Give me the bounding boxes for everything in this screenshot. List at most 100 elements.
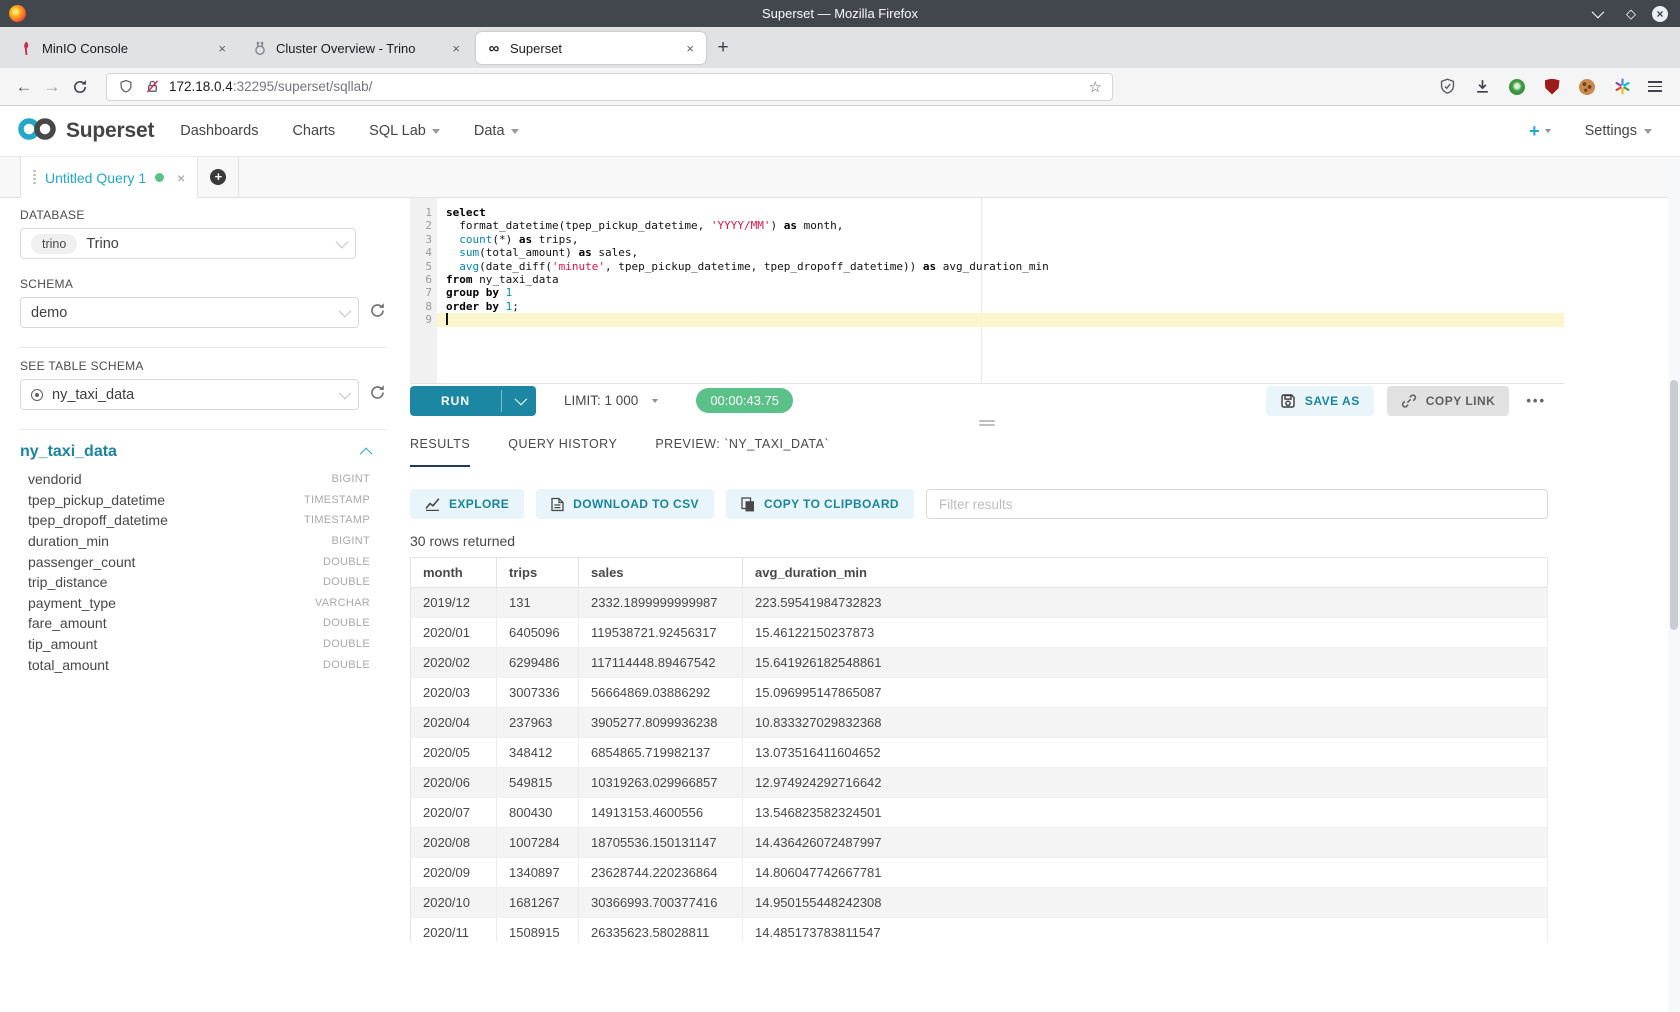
line-number: 3	[410, 233, 437, 246]
line-number: 5	[410, 260, 437, 273]
run-button[interactable]: RUN	[410, 386, 536, 416]
window-close-icon[interactable]: ×	[1652, 6, 1668, 22]
column-list-item: passenger_countDOUBLE	[20, 551, 386, 572]
scrollbar-thumb[interactable]	[1670, 380, 1678, 630]
save-as-button[interactable]: SAVE AS	[1266, 386, 1374, 416]
column-name: passenger_count	[28, 554, 135, 570]
tab-results[interactable]: RESULTS	[410, 437, 470, 467]
window-maximize-icon[interactable]: ◇	[1626, 7, 1636, 20]
add-query-tab-button[interactable]: +	[198, 157, 239, 197]
new-tab-button[interactable]: +	[708, 27, 738, 68]
sql-editor[interactable]: 123456789 select format_datetime(tpep_pi…	[410, 198, 1564, 383]
column-type: DOUBLE	[323, 638, 370, 650]
table-cell: 10.833327029832368	[743, 708, 1548, 738]
protection-shield-icon[interactable]	[1438, 78, 1456, 96]
explore-button[interactable]: EXPLORE	[410, 489, 524, 519]
table-cell: 14.436426072487997	[743, 828, 1548, 858]
table-icon	[31, 389, 43, 401]
browser-tab-superset[interactable]: ∞ Superset ×	[476, 32, 706, 64]
browser-tab-minio[interactable]: MinIO Console ×	[8, 32, 238, 64]
table-row: 2020/053484126854865.71998213713.0735164…	[411, 738, 1548, 768]
table-header-cell[interactable]: month	[411, 558, 497, 588]
refresh-tables-icon[interactable]	[369, 384, 386, 406]
menu-dashboards[interactable]: Dashboards	[180, 123, 258, 139]
menu-charts[interactable]: Charts	[292, 123, 335, 139]
extension-green-icon[interactable]	[1508, 78, 1526, 96]
table-select[interactable]: ny_taxi_data	[20, 379, 359, 410]
collapse-chevron-icon[interactable]	[360, 447, 373, 460]
more-options-icon[interactable]: •••	[1522, 393, 1550, 408]
drag-grip-icon[interactable]	[33, 170, 36, 185]
tab-close-icon[interactable]: ×	[450, 41, 462, 56]
back-button[interactable]: ←	[10, 73, 38, 101]
window-minimize-icon[interactable]	[1582, 0, 1610, 28]
column-type: DOUBLE	[323, 659, 370, 671]
sql-code[interactable]: select format_datetime(tpep_pickup_datet…	[437, 198, 1564, 383]
pane-resize-grip[interactable]	[410, 417, 1564, 429]
results-table-wrap[interactable]: monthtripssalesavg_duration_min 2019/121…	[410, 557, 1548, 942]
code-line: count(*) as trips,	[437, 233, 1564, 246]
query-tab-title: Untitled Query 1	[45, 170, 146, 186]
copy-clipboard-button[interactable]: COPY TO CLIPBOARD	[726, 489, 914, 519]
table-header-cell[interactable]: trips	[497, 558, 579, 588]
table-cell: 56664869.03886292	[579, 678, 743, 708]
line-number: 4	[410, 246, 437, 259]
caret-down-icon	[1644, 129, 1652, 134]
tab-close-icon[interactable]: ×	[216, 41, 228, 56]
table-cell: 2020/03	[411, 678, 497, 708]
forward-button[interactable]: →	[38, 73, 66, 101]
insecure-lock-icon[interactable]	[143, 78, 161, 96]
query-tab-untitled[interactable]: Untitled Query 1 ×	[20, 157, 198, 198]
url-host: 172.18.0.4	[169, 79, 233, 94]
downloads-icon[interactable]	[1473, 78, 1491, 96]
table-header-cell[interactable]: avg_duration_min	[743, 558, 1548, 588]
table-row: 2020/10168126730366993.70037741614.95015…	[411, 888, 1548, 918]
url-bar[interactable]: 172.18.0.4:32295/superset/sqllab/ ☆	[106, 73, 1113, 101]
extension-icons	[1438, 78, 1670, 96]
url-text[interactable]: 172.18.0.4:32295/superset/sqllab/	[169, 79, 1081, 94]
database-engine-badge: trino	[31, 234, 77, 254]
refresh-schemas-icon[interactable]	[369, 302, 386, 324]
cookie-icon[interactable]	[1578, 78, 1596, 96]
table-header-cell[interactable]: sales	[579, 558, 743, 588]
reload-button[interactable]	[66, 73, 94, 101]
table-cell: 2020/02	[411, 648, 497, 678]
caret-down-icon	[511, 129, 519, 134]
copy-icon	[741, 497, 755, 512]
results-tabs: RESULTS QUERY HISTORY PREVIEW: `NY_TAXI_…	[410, 429, 1548, 467]
table-cell: 2020/04	[411, 708, 497, 738]
menu-data[interactable]: Data	[474, 123, 519, 139]
tab-preview-table[interactable]: PREVIEW: `NY_TAXI_DATA`	[655, 437, 829, 467]
code-line: from ny_taxi_data	[437, 273, 1564, 286]
run-options-chevron-icon[interactable]	[502, 386, 536, 416]
settings-menu[interactable]: Settings	[1585, 123, 1652, 139]
tab-query-history[interactable]: QUERY HISTORY	[508, 437, 617, 467]
tab-close-icon[interactable]: ×	[684, 41, 696, 56]
filter-results-input[interactable]	[926, 489, 1548, 519]
limit-dropdown[interactable]: LIMIT: 1 000	[564, 393, 658, 408]
table-select-value: ny_taxi_data	[52, 387, 134, 403]
menu-hamburger-icon[interactable]	[1648, 81, 1662, 92]
menu-sql-lab[interactable]: SQL Lab	[369, 123, 440, 139]
database-select[interactable]: trino Trino	[20, 228, 356, 259]
bookmark-star-icon[interactable]: ☆	[1089, 78, 1102, 96]
column-list-item: duration_minBIGINT	[20, 531, 386, 552]
file-icon	[551, 497, 564, 512]
ublock-shield-icon[interactable]	[1543, 78, 1561, 96]
add-new-button[interactable]: +	[1529, 122, 1551, 140]
permissions-shield-icon[interactable]	[117, 78, 135, 96]
browser-tab-trino[interactable]: Cluster Overview - Trino ×	[242, 32, 472, 64]
table-cell: 2020/07	[411, 798, 497, 828]
copy-link-button[interactable]: COPY LINK	[1387, 386, 1510, 416]
schema-select[interactable]: demo	[20, 297, 359, 328]
table-cell: 23628744.220236864	[579, 858, 743, 888]
browser-toolbar: ← → 172.18.0.4:32295/superset/sqllab/ ☆	[0, 68, 1680, 106]
line-number: 9	[410, 313, 437, 326]
pinwheel-extension-icon[interactable]	[1613, 78, 1631, 96]
table-schema-title[interactable]: ny_taxi_data	[20, 443, 117, 461]
run-button-label[interactable]: RUN	[410, 386, 501, 416]
page-scrollbar[interactable]	[1668, 157, 1680, 1012]
download-csv-button[interactable]: DOWNLOAD TO CSV	[536, 489, 714, 519]
line-number: 2	[410, 219, 437, 232]
query-tab-close-icon[interactable]: ×	[177, 170, 185, 186]
